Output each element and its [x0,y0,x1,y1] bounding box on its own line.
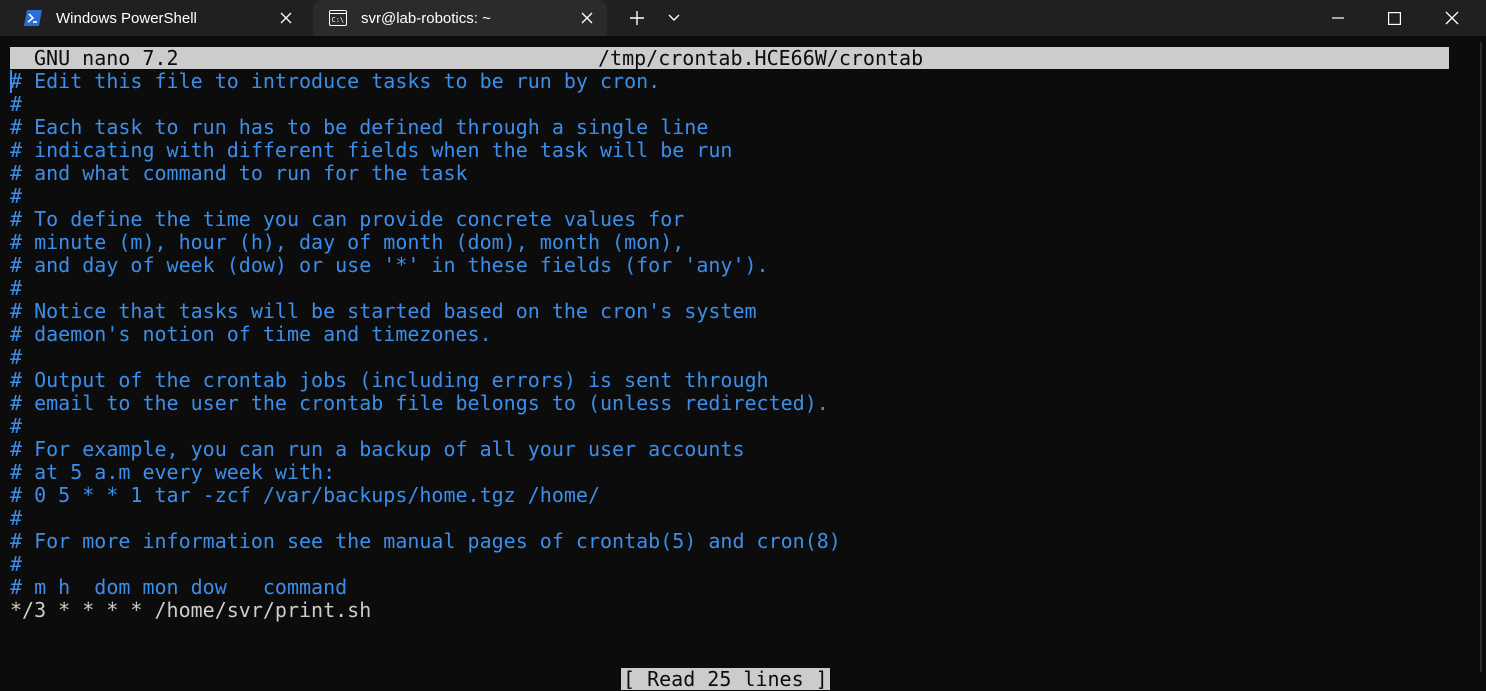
editor-line: # 0 5 * * 1 tar -zcf /var/backups/home.t… [10,483,601,507]
editor-line: # and what command to run for the task [10,161,468,185]
nano-header-bar: GNU nano 7.2 /tmp/crontab.HCE66W/crontab [10,47,1449,69]
text-cursor [10,70,12,93]
editor-line: # For example, you can run a backup of a… [10,437,745,461]
editor-line: # [10,414,23,438]
tab-close-icon[interactable] [272,4,300,32]
editor-line: # For more information see the manual pa… [10,529,841,553]
scrollbar-track[interactable] [1480,42,1482,672]
close-window-button[interactable] [1424,0,1480,36]
nano-status-message: [ Read 25 lines ] [621,667,830,691]
editor-line: # [10,506,23,530]
editor-line: # email to the user the crontab file bel… [10,391,829,415]
editor-line: # and day of week (dow) or use '*' in th… [10,253,769,277]
chevron-down-icon [668,14,680,21]
tab-label: svr@lab-robotics: ~ [361,9,491,27]
editor-line: # indicating with different fields when … [10,138,733,162]
editor-content[interactable]: # Edit this file to introduce tasks to b… [10,70,841,622]
editor-line: # [10,184,23,208]
new-tab-button[interactable] [622,4,652,32]
nano-filename: /tmp/crontab.HCE66W/crontab [598,46,924,70]
close-icon [1445,11,1459,25]
title-bar: Windows PowerShell C:\ svr@lab-robotics:… [0,0,1486,36]
maximize-button[interactable] [1366,0,1422,36]
editor-line: # Each task to run has to be defined thr… [10,115,709,139]
minimize-icon [1332,17,1344,19]
tab-close-icon[interactable] [573,4,601,32]
plus-icon [630,11,644,25]
editor-line: # daemon's notion of time and timezones. [10,322,492,346]
maximize-icon [1387,11,1401,25]
editor-line: # minute (m), hour (h), day of month (do… [10,230,685,254]
editor-line: # at 5 a.m every week with: [10,460,336,484]
editor-line: # Edit this file to introduce tasks to b… [10,69,661,93]
minimize-button[interactable] [1310,0,1366,36]
tab-svr-lab-robotics[interactable]: C:\ svr@lab-robotics: ~ [313,0,607,36]
editor-line: # m h dom mon dow command [10,575,348,599]
editor-line: # [10,276,23,300]
editor-line: */3 * * * * /home/svr/print.sh [10,598,372,622]
editor-line: # [10,92,23,116]
editor-line: # Notice that tasks will be started base… [10,299,757,323]
nano-version: GNU nano 7.2 [34,46,179,70]
editor-line: # [10,345,23,369]
powershell-icon [24,9,42,27]
editor-line: # [10,552,23,576]
terminal-area[interactable]: GNU nano 7.2 /tmp/crontab.HCE66W/crontab… [0,36,1486,690]
tab-windows-powershell[interactable]: Windows PowerShell [8,0,306,36]
svg-text:C:\: C:\ [332,16,345,24]
editor-line: # Output of the crontab jobs (including … [10,368,769,392]
tab-dropdown-button[interactable] [659,4,689,32]
tab-label: Windows PowerShell [56,9,197,27]
editor-line: # To define the time you can provide con… [10,207,685,231]
terminal-icon: C:\ [329,9,347,27]
scrollbar[interactable] [1474,36,1486,679]
